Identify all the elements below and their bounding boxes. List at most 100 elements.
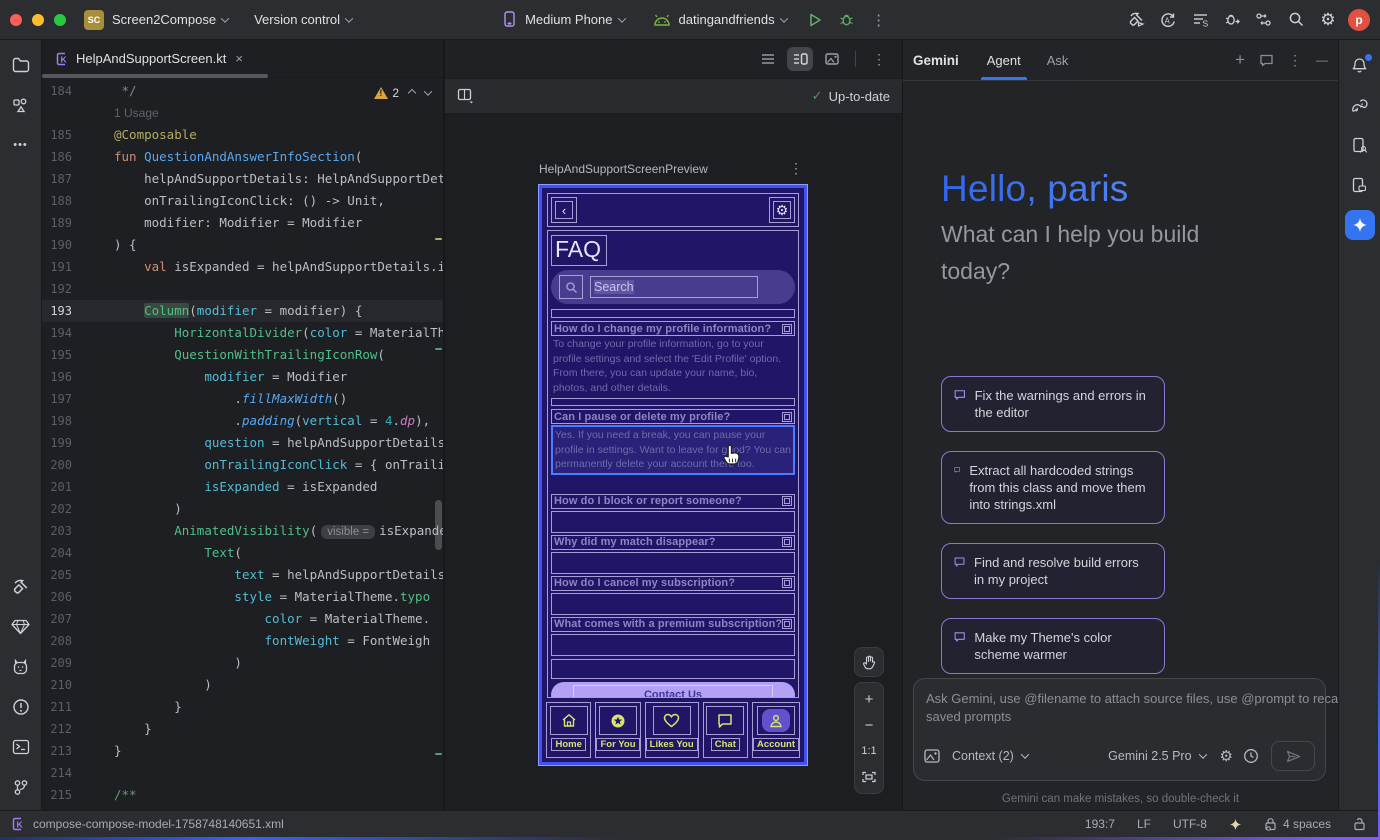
faq-question-row[interactable]: How do I change my profile information?	[551, 321, 795, 336]
faq-question-row[interactable]: How do I cancel my subscription?	[551, 576, 795, 591]
code-line[interactable]: 206 style = MaterialTheme.typo	[42, 586, 443, 608]
sync-project-button[interactable]: A	[1154, 6, 1182, 34]
contact-us-button[interactable]: Contact Us	[551, 682, 795, 698]
faq-question-row[interactable]: Why did my match disappear?	[551, 535, 795, 550]
app-quality-insights-button[interactable]	[6, 612, 36, 642]
code-line[interactable]: 196 modifier = Modifier	[42, 366, 443, 388]
code-line[interactable]: 212 }	[42, 718, 443, 740]
code-line[interactable]: 189 modifier: Modifier = Modifier	[42, 212, 443, 234]
faq-question-row[interactable]: Can I pause or delete my profile?	[551, 409, 795, 424]
project-widget[interactable]: Screen2Compose	[104, 12, 228, 27]
tab-helpandsupportscreen[interactable]: K HelpAndSupportScreen.kt ×	[42, 40, 253, 77]
suggestion-card[interactable]: Extract all hardcoded strings from this …	[941, 451, 1165, 524]
problems-tool-button[interactable]	[6, 692, 36, 722]
gemini-settings-icon[interactable]: ⚙	[1220, 747, 1233, 765]
gemini-tool-button[interactable]	[1345, 210, 1375, 240]
build-hammer-button[interactable]	[1122, 6, 1150, 34]
nav-item-likes-you[interactable]: Likes You	[645, 702, 699, 758]
suggestion-card[interactable]: Make my Theme's color scheme warmer	[941, 618, 1165, 674]
next-warning-icon[interactable]	[424, 87, 432, 95]
preview-item-more-icon[interactable]: ⋮	[789, 160, 803, 177]
notifications-button[interactable]	[1345, 50, 1375, 80]
zoom-to-fit-button[interactable]	[855, 765, 883, 789]
project-tool-button[interactable]	[6, 50, 36, 80]
preview-more-options-button[interactable]: ⋮	[866, 47, 892, 71]
zoom-in-button[interactable]: +	[855, 687, 883, 711]
code-line[interactable]: 209 )	[42, 652, 443, 674]
code-line[interactable]: 208 fontWeight = FontWeigh	[42, 630, 443, 652]
split-view-button[interactable]	[787, 47, 813, 71]
device-selector[interactable]: Medium Phone	[502, 11, 624, 28]
suggestion-card[interactable]: Find and resolve build errors in my proj…	[941, 543, 1165, 599]
pan-tool-button[interactable]	[854, 647, 884, 677]
expand-icon[interactable]	[782, 496, 792, 506]
code-line[interactable]: 200 onTrailingIconClick = { onTrailingIc	[42, 454, 443, 476]
structure-tool-button[interactable]	[6, 90, 36, 120]
gemini-more-options-button[interactable]: ⋮	[1288, 52, 1302, 69]
vcs-widget[interactable]: Version control	[254, 12, 352, 27]
expand-icon[interactable]	[782, 619, 792, 629]
code-line[interactable]: 205 text = helpAndSupportDetails.ans	[42, 564, 443, 586]
model-selector[interactable]: Gemini 2.5 Pro	[1108, 749, 1205, 763]
code-line[interactable]: 186fun QuestionAndAnswerInfoSection(	[42, 146, 443, 168]
code-line[interactable]: 197 .fillMaxWidth()	[42, 388, 443, 410]
nav-item-home[interactable]: Home	[546, 702, 591, 758]
code-line[interactable]: 187 helpAndSupportDetails: HelpAndSuppor…	[42, 168, 443, 190]
phone-preview-canvas[interactable]: ‹ ⚙ FAQ Search How do I change my profil…	[539, 185, 807, 765]
settings-button[interactable]: ⚙	[769, 197, 795, 223]
code-line[interactable]: 202 )	[42, 498, 443, 520]
faq-answer-text-highlighted[interactable]: Yes. If you need a break, you can pause …	[551, 425, 795, 475]
code-line[interactable]: 195 QuestionWithTrailingIconRow(	[42, 344, 443, 366]
expand-icon[interactable]	[782, 412, 792, 422]
tab-ask[interactable]: Ask	[1047, 40, 1069, 80]
running-devices-button[interactable]	[1345, 130, 1375, 160]
back-button[interactable]: ‹	[551, 197, 577, 223]
device-streaming-button[interactable]	[1250, 6, 1278, 34]
expand-icon[interactable]	[782, 578, 792, 588]
logcat-tool-button[interactable]	[6, 652, 36, 682]
attach-image-icon[interactable]	[924, 749, 940, 763]
search-everywhere-button[interactable]	[1282, 6, 1310, 34]
send-button[interactable]	[1271, 741, 1315, 771]
user-avatar[interactable]: p	[1348, 9, 1370, 31]
code-line[interactable]: 203 AnimatedVisibility(visible =isExpand…	[42, 520, 443, 542]
suggestion-card[interactable]: Fix the warnings and errors in the edito…	[941, 376, 1165, 432]
debug-button[interactable]	[833, 6, 861, 34]
prompt-history-icon[interactable]	[1243, 748, 1259, 764]
zoom-window-button[interactable]	[54, 14, 66, 26]
code-line[interactable]: 185@Composable	[42, 124, 443, 146]
code-line[interactable]: 192	[42, 278, 443, 300]
run-more-options-button[interactable]: ⋮	[865, 6, 893, 34]
search-input[interactable]: Search	[590, 276, 758, 298]
faq-question-row[interactable]: How do I block or report someone?	[551, 494, 795, 509]
tab-close-icon[interactable]: ×	[235, 51, 243, 66]
run-button[interactable]	[801, 6, 829, 34]
code-line[interactable]: 201 isExpanded = isExpanded	[42, 476, 443, 498]
hide-panel-button[interactable]: —	[1316, 53, 1328, 67]
code-line[interactable]: 190) {	[42, 234, 443, 256]
inspections-widget[interactable]: 2	[374, 86, 431, 100]
code-line[interactable]: 198 .padding(vertical = 4.dp),	[42, 410, 443, 432]
code-line[interactable]: 191 val isExpanded = helpAndSupportDetai…	[42, 256, 443, 278]
build-variants-button[interactable]: S	[1186, 6, 1214, 34]
code-line[interactable]: 211 }	[42, 696, 443, 718]
code-line[interactable]: 207 color = MaterialTheme.	[42, 608, 443, 630]
tab-agent[interactable]: Agent	[987, 40, 1021, 80]
nav-item-chat[interactable]: Chat	[703, 702, 748, 758]
preview-layout-button[interactable]	[457, 88, 474, 104]
expand-icon[interactable]	[782, 537, 792, 547]
gradle-tool-button[interactable]	[1345, 90, 1375, 120]
expand-icon[interactable]	[782, 324, 792, 334]
new-chat-button[interactable]: +	[1235, 50, 1245, 70]
settings-gear-button[interactable]: ⚙	[1314, 6, 1342, 34]
chat-history-button[interactable]	[1259, 53, 1274, 67]
preview-composable-name[interactable]: HelpAndSupportScreenPreview	[539, 162, 708, 176]
nav-item-account[interactable]: Account	[752, 702, 800, 758]
nav-item-for-you[interactable]: For You	[595, 702, 640, 758]
code-line[interactable]: 204 Text(	[42, 542, 443, 564]
profiler-button[interactable]	[1218, 6, 1246, 34]
search-bar[interactable]: Search	[551, 270, 795, 304]
code-line[interactable]: 215/**	[42, 784, 443, 806]
file-encoding[interactable]: UTF-8	[1173, 817, 1207, 831]
faq-question-row[interactable]: What comes with a premium subscription?	[551, 617, 795, 632]
